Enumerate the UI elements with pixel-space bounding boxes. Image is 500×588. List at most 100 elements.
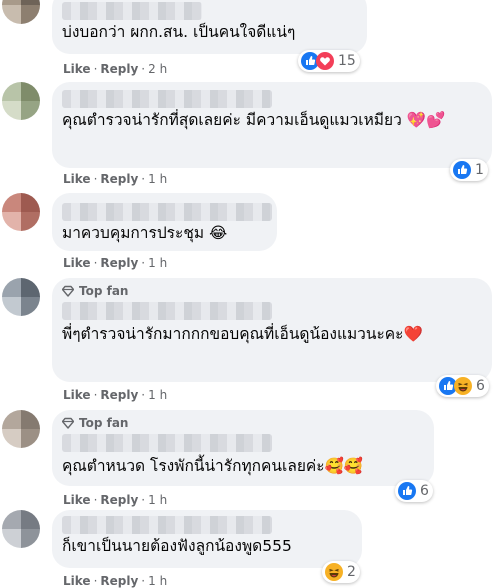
- separator-dot: ·: [93, 256, 98, 270]
- avatar-tile: [2, 193, 21, 212]
- reaction-summary[interactable]: 6: [436, 375, 489, 397]
- comment-bubble: ก็เขาเป็นนายต้องฟังลูกน้องพูด555: [52, 510, 362, 568]
- reply-link[interactable]: Reply: [100, 172, 138, 186]
- like-link[interactable]: Like: [63, 493, 91, 507]
- avatar[interactable]: [2, 410, 40, 448]
- like-icon: [453, 161, 471, 179]
- reaction-count: 2: [347, 564, 356, 580]
- separator-dot: ·: [93, 172, 98, 186]
- timestamp[interactable]: 1 h: [148, 574, 167, 588]
- commenter-name-blurred[interactable]: [62, 302, 272, 320]
- diamond-icon: [62, 285, 74, 297]
- separator-dot: ·: [93, 388, 98, 402]
- commenter-name-blurred[interactable]: [62, 2, 202, 20]
- reaction-count: 6: [420, 483, 429, 499]
- avatar-tile: [21, 5, 40, 24]
- like-link[interactable]: Like: [63, 574, 91, 588]
- reply-link[interactable]: Reply: [100, 574, 138, 588]
- avatar-tile: [2, 510, 21, 529]
- timestamp[interactable]: 1 h: [148, 388, 167, 402]
- top-fan-label: Top fan: [79, 284, 129, 298]
- avatar-tile: [21, 510, 40, 529]
- comment-actions: Like · Reply · 1 h: [63, 388, 167, 402]
- reaction-count: 1: [475, 162, 484, 178]
- top-fan-label: Top fan: [79, 416, 129, 430]
- reaction-summary[interactable]: 15: [298, 50, 360, 72]
- separator-dot: ·: [141, 172, 146, 186]
- like-link[interactable]: Like: [63, 388, 91, 402]
- haha-icon: [454, 377, 472, 395]
- avatar-tile: [21, 212, 40, 231]
- comment-text: บ่งบอกว่า ผกก.สน. เป็นคนใจดีแน่ๆ: [62, 23, 296, 41]
- avatar-tile: [2, 82, 21, 101]
- comment-actions: Like · Reply · 1 h: [63, 256, 167, 270]
- separator-dot: ·: [93, 62, 98, 76]
- avatar-tile: [21, 529, 40, 548]
- separator-dot: ·: [141, 574, 146, 588]
- commenter-name-blurred[interactable]: [62, 203, 272, 221]
- comment-text: คุณตำหนวด โรงพักนี้น่ารักทุกคนเลยค่ะ🥰🥰: [62, 457, 364, 475]
- haha-icon: [325, 563, 343, 581]
- avatar[interactable]: [2, 0, 40, 24]
- like-link[interactable]: Like: [63, 172, 91, 186]
- comment-text: มาควบคุมการประชุม 😂: [62, 224, 228, 242]
- avatar-tile: [21, 429, 40, 448]
- comment-bubble: Top fan พี่ๆตำรวจน่ารักมากกกขอบคุณที่เอ็…: [52, 278, 492, 382]
- avatar-tile: [2, 297, 21, 316]
- avatar-tile: [21, 410, 40, 429]
- commenter-name-blurred[interactable]: [62, 516, 272, 534]
- like-link[interactable]: Like: [63, 256, 91, 270]
- separator-dot: ·: [141, 493, 146, 507]
- reply-link[interactable]: Reply: [100, 388, 138, 402]
- commenter-name-blurred[interactable]: [62, 90, 272, 108]
- comment-actions: Like · Reply · 1 h: [63, 493, 167, 507]
- like-link[interactable]: Like: [63, 62, 91, 76]
- timestamp[interactable]: 1 h: [148, 172, 167, 186]
- separator-dot: ·: [93, 574, 98, 588]
- comment-text: พี่ๆตำรวจน่ารักมากกกขอบคุณที่เอ็นดูน้องแ…: [62, 325, 423, 343]
- avatar[interactable]: [2, 510, 40, 548]
- reply-link[interactable]: Reply: [100, 493, 138, 507]
- separator-dot: ·: [141, 62, 146, 76]
- reaction-count: 15: [338, 53, 356, 69]
- avatar[interactable]: [2, 193, 40, 231]
- avatar[interactable]: [2, 82, 40, 120]
- comment-bubble: มาควบคุมการประชุม 😂: [52, 193, 277, 251]
- avatar-tile: [2, 278, 21, 297]
- timestamp[interactable]: 1 h: [148, 256, 167, 270]
- avatar-tile: [2, 529, 21, 548]
- reaction-count: 6: [476, 378, 485, 394]
- separator-dot: ·: [93, 493, 98, 507]
- avatar-tile: [21, 82, 40, 101]
- comment-actions: Like · Reply · 2 h: [63, 62, 167, 76]
- comment-actions: Like · Reply · 1 h: [63, 172, 167, 186]
- avatar-tile: [21, 193, 40, 212]
- avatar-tile: [21, 297, 40, 316]
- avatar-tile: [21, 278, 40, 297]
- avatar-tile: [2, 429, 21, 448]
- comment-bubble: Top fan คุณตำหนวด โรงพักนี้น่ารักทุกคนเล…: [52, 410, 434, 486]
- reaction-summary[interactable]: 2: [322, 561, 360, 583]
- avatar-tile: [21, 101, 40, 120]
- top-fan-badge[interactable]: Top fan: [62, 416, 128, 430]
- like-icon: [398, 482, 416, 500]
- avatar-tile: [2, 101, 21, 120]
- timestamp[interactable]: 2 h: [148, 62, 167, 76]
- comment-text: ก็เขาเป็นนายต้องฟังลูกน้องพูด555: [62, 537, 292, 555]
- reaction-summary[interactable]: 6: [395, 480, 433, 502]
- reply-link[interactable]: Reply: [100, 62, 138, 76]
- comment-actions: Like · Reply · 1 h: [63, 574, 167, 588]
- separator-dot: ·: [141, 256, 146, 270]
- reply-link[interactable]: Reply: [100, 256, 138, 270]
- love-icon: [316, 52, 334, 70]
- timestamp[interactable]: 1 h: [148, 493, 167, 507]
- reaction-summary[interactable]: 1: [450, 159, 488, 181]
- separator-dot: ·: [141, 388, 146, 402]
- commenter-name-blurred[interactable]: [62, 434, 272, 452]
- avatar[interactable]: [2, 278, 40, 316]
- comment-bubble: บ่งบอกว่า ผกก.สน. เป็นคนใจดีแน่ๆ: [52, 0, 367, 54]
- comment-text: คุณตำรวจน่ารักที่สุดเลยค่ะ มีความเอ็นดูแ…: [62, 111, 446, 129]
- top-fan-badge[interactable]: Top fan: [62, 284, 128, 298]
- avatar-tile: [2, 212, 21, 231]
- avatar-tile: [2, 410, 21, 429]
